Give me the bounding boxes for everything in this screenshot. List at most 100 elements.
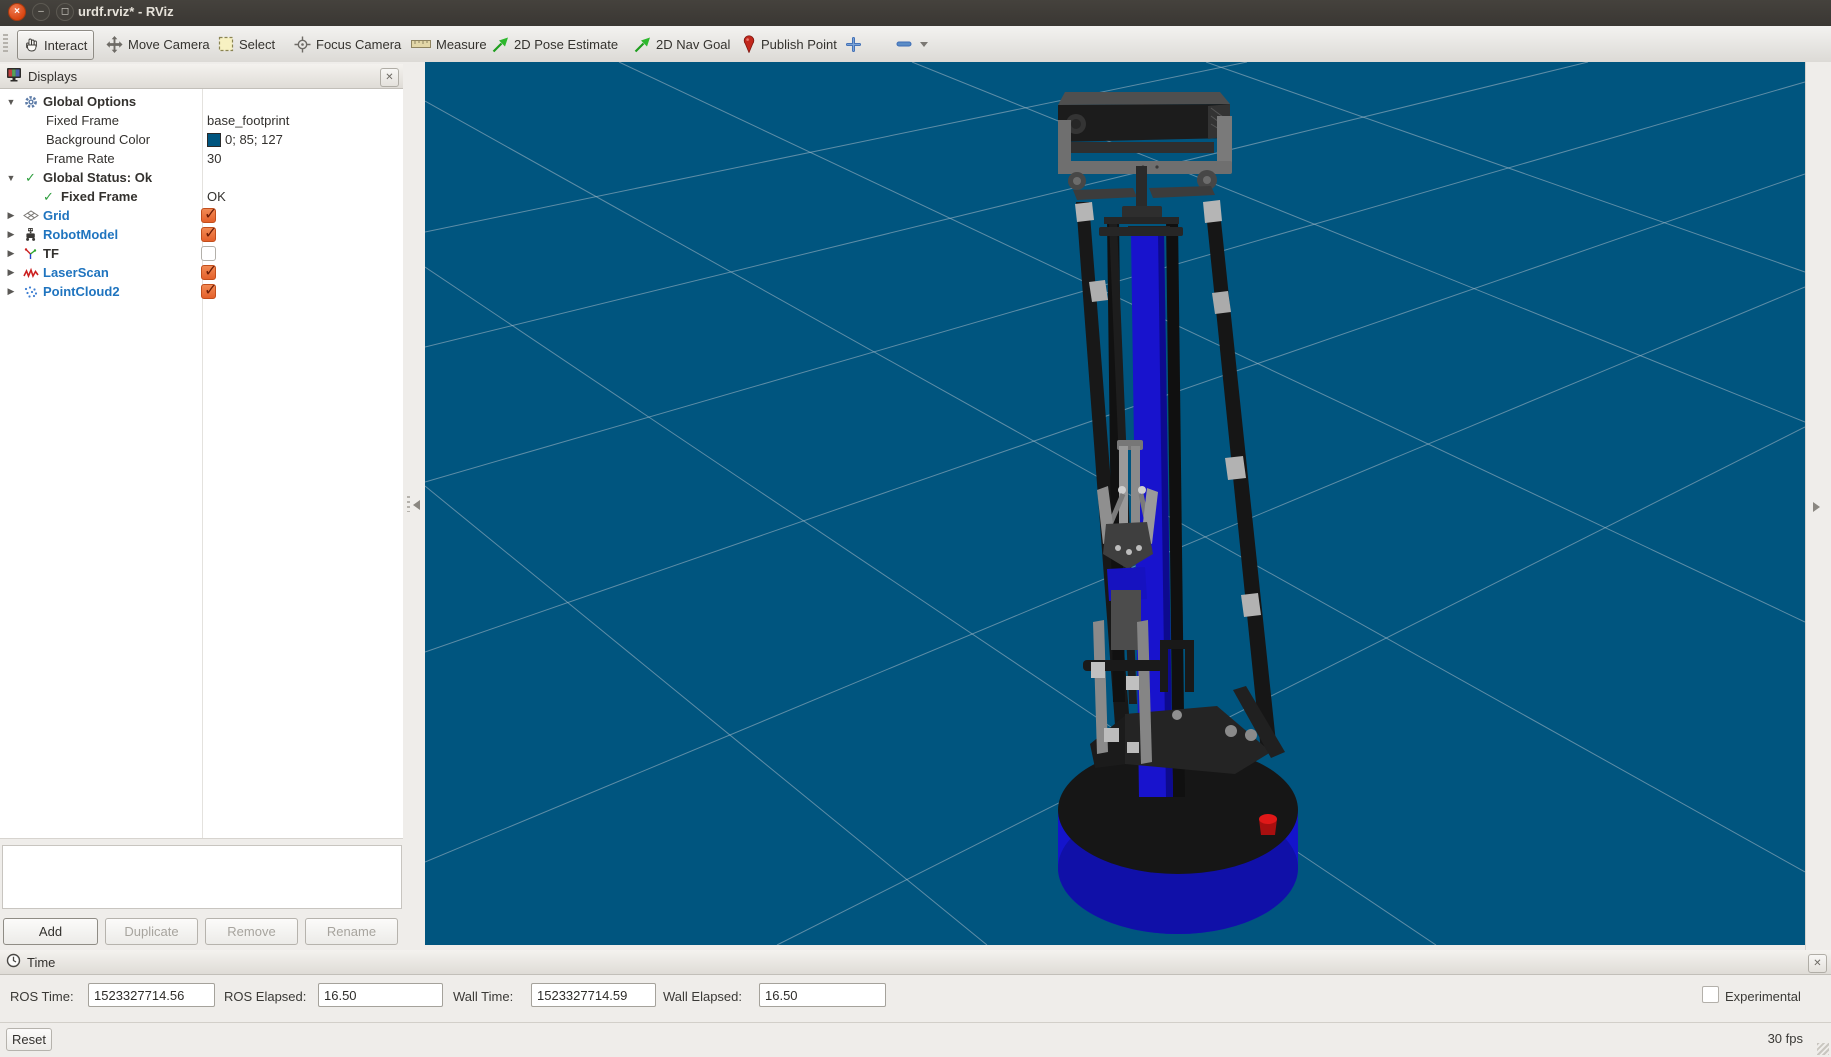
tree-row-tf[interactable]: ▶ TF: [0, 244, 403, 263]
displays-panel: Displays ✕ ▼ Global Options Fixed Frame …: [0, 62, 403, 950]
tree-row-background-color[interactable]: Background Color 0; 85; 127: [0, 130, 403, 149]
robotmodel-enabled-checkbox[interactable]: [201, 227, 216, 242]
check-icon: ✓: [22, 170, 39, 186]
crosshair-icon: [294, 36, 311, 53]
status-bar: Reset 30 fps: [0, 1022, 1831, 1057]
remove-button[interactable]: Remove: [205, 918, 298, 945]
expander-closed-icon[interactable]: ▶: [4, 248, 18, 259]
expand-right-icon[interactable]: [1813, 502, 1820, 512]
tool-publish-point[interactable]: Publish Point: [736, 30, 843, 58]
tf-enabled-checkbox[interactable]: [201, 246, 216, 261]
plus-icon: [846, 37, 861, 52]
grid-enabled-checkbox[interactable]: [201, 208, 216, 223]
tool-select[interactable]: Select: [212, 30, 281, 58]
displays-tree: ▼ Global Options Fixed Frame base_footpr…: [0, 89, 403, 839]
tool-label: Measure: [436, 37, 487, 52]
tree-row-global-status[interactable]: ▼ ✓ Global Status: Ok: [0, 168, 403, 187]
estop-button: [1259, 814, 1277, 824]
resize-grip[interactable]: [1817, 1043, 1829, 1055]
panel-splitter[interactable]: [403, 62, 425, 950]
tree-row-fixed-frame-status[interactable]: ✓ Fixed Frame OK: [0, 187, 403, 206]
frame-rate-value[interactable]: 30: [207, 151, 221, 166]
expander-open-icon[interactable]: ▼: [4, 97, 18, 107]
tree-row-laserscan[interactable]: ▶ LaserScan: [0, 263, 403, 282]
pointcloud2-enabled-checkbox[interactable]: [201, 284, 216, 299]
toolbar: Interact Move Camera Select Focus Camera…: [0, 26, 1831, 63]
window-maximize-button[interactable]: ◻: [56, 3, 74, 21]
tree-row-global-options[interactable]: ▼ Global Options: [0, 92, 403, 111]
green-arrow-icon: [634, 36, 651, 53]
tool-label: 2D Nav Goal: [656, 37, 730, 52]
monitor-icon: [6, 67, 22, 85]
ros-elapsed-input[interactable]: [318, 983, 443, 1007]
tree-row-fixed-frame[interactable]: Fixed Frame base_footprint: [0, 111, 403, 130]
tree-row-grid[interactable]: ▶ Grid: [0, 206, 403, 225]
add-tool-button[interactable]: [840, 30, 867, 58]
render-viewport[interactable]: [425, 62, 1805, 945]
expander-closed-icon[interactable]: ▶: [4, 229, 18, 240]
tool-focus-camera[interactable]: Focus Camera: [288, 30, 407, 58]
panel-title: Displays: [28, 69, 77, 84]
color-swatch: [207, 133, 221, 147]
ros-time-input[interactable]: [88, 983, 215, 1007]
tree-row-robotmodel[interactable]: ▶ RobotModel: [0, 225, 403, 244]
ros-time-label: ROS Time:: [10, 989, 74, 1004]
duplicate-button[interactable]: Duplicate: [105, 918, 198, 945]
expander-open-icon[interactable]: ▼: [4, 173, 18, 183]
window-title: urdf.rviz* - RViz: [78, 4, 174, 19]
remove-tool-button[interactable]: [890, 30, 934, 58]
wall-time-input[interactable]: [531, 983, 656, 1007]
ruler-icon: [411, 38, 431, 50]
collapse-left-icon[interactable]: [413, 500, 420, 510]
minus-icon: [896, 40, 912, 48]
experimental-checkbox[interactable]: [1702, 986, 1719, 1003]
fps-counter: 30 fps: [1768, 1031, 1803, 1046]
property-description-box: [2, 845, 402, 909]
close-icon[interactable]: ✕: [380, 68, 399, 87]
window-minimize-button[interactable]: –: [32, 3, 50, 21]
tool-label: Interact: [44, 38, 87, 53]
wall-time-label: Wall Time:: [453, 989, 513, 1004]
splitter-grip: [407, 496, 410, 512]
tool-label: 2D Pose Estimate: [514, 37, 618, 52]
map-pin-icon: [742, 35, 756, 53]
displays-panel-header[interactable]: Displays ✕: [0, 64, 403, 89]
status-value: OK: [207, 189, 226, 204]
tool-measure[interactable]: Measure: [405, 30, 493, 58]
dropdown-caret-icon: [920, 42, 928, 47]
tree-row-frame-rate[interactable]: Frame Rate 30: [0, 149, 403, 168]
tree-row-pointcloud2[interactable]: ▶ PointCloud2: [0, 282, 403, 301]
right-panel-strip[interactable]: [1805, 62, 1831, 950]
add-button[interactable]: Add: [3, 918, 98, 945]
toolbar-drag-handle[interactable]: [3, 34, 8, 54]
robot-icon: [22, 227, 39, 243]
tool-2d-pose-estimate[interactable]: 2D Pose Estimate: [486, 30, 624, 58]
pointcloud-icon: [22, 284, 39, 300]
time-panel: Time ✕ ROS Time: ROS Elapsed: Wall Time:…: [0, 950, 1831, 1022]
window-close-button[interactable]: ×: [8, 3, 26, 21]
title-bar: × – ◻ urdf.rviz* - RViz: [0, 0, 1831, 27]
3d-scene: [425, 62, 1805, 945]
grid-icon: [22, 208, 39, 224]
expander-closed-icon[interactable]: ▶: [4, 210, 18, 221]
tool-label: Select: [239, 37, 275, 52]
tool-label: Focus Camera: [316, 37, 401, 52]
laserscan-icon: [22, 265, 39, 281]
tool-interact[interactable]: Interact: [17, 30, 94, 60]
laserscan-enabled-checkbox[interactable]: [201, 265, 216, 280]
close-icon[interactable]: ✕: [1808, 954, 1827, 973]
reset-button[interactable]: Reset: [6, 1028, 52, 1051]
rename-button[interactable]: Rename: [305, 918, 398, 945]
background-color-value: 0; 85; 127: [225, 132, 283, 147]
expander-closed-icon[interactable]: ▶: [4, 267, 18, 278]
tool-2d-nav-goal[interactable]: 2D Nav Goal: [628, 30, 736, 58]
wall-elapsed-input[interactable]: [759, 983, 886, 1007]
tool-label: Move Camera: [128, 37, 210, 52]
fixed-frame-value[interactable]: base_footprint: [207, 113, 289, 128]
panel-title: Time: [27, 955, 55, 970]
tool-move-camera[interactable]: Move Camera: [100, 30, 216, 58]
expander-closed-icon[interactable]: ▶: [4, 286, 18, 297]
green-arrow-icon: [492, 36, 509, 53]
ros-elapsed-label: ROS Elapsed:: [224, 989, 306, 1004]
time-panel-header[interactable]: Time ✕: [0, 950, 1831, 975]
